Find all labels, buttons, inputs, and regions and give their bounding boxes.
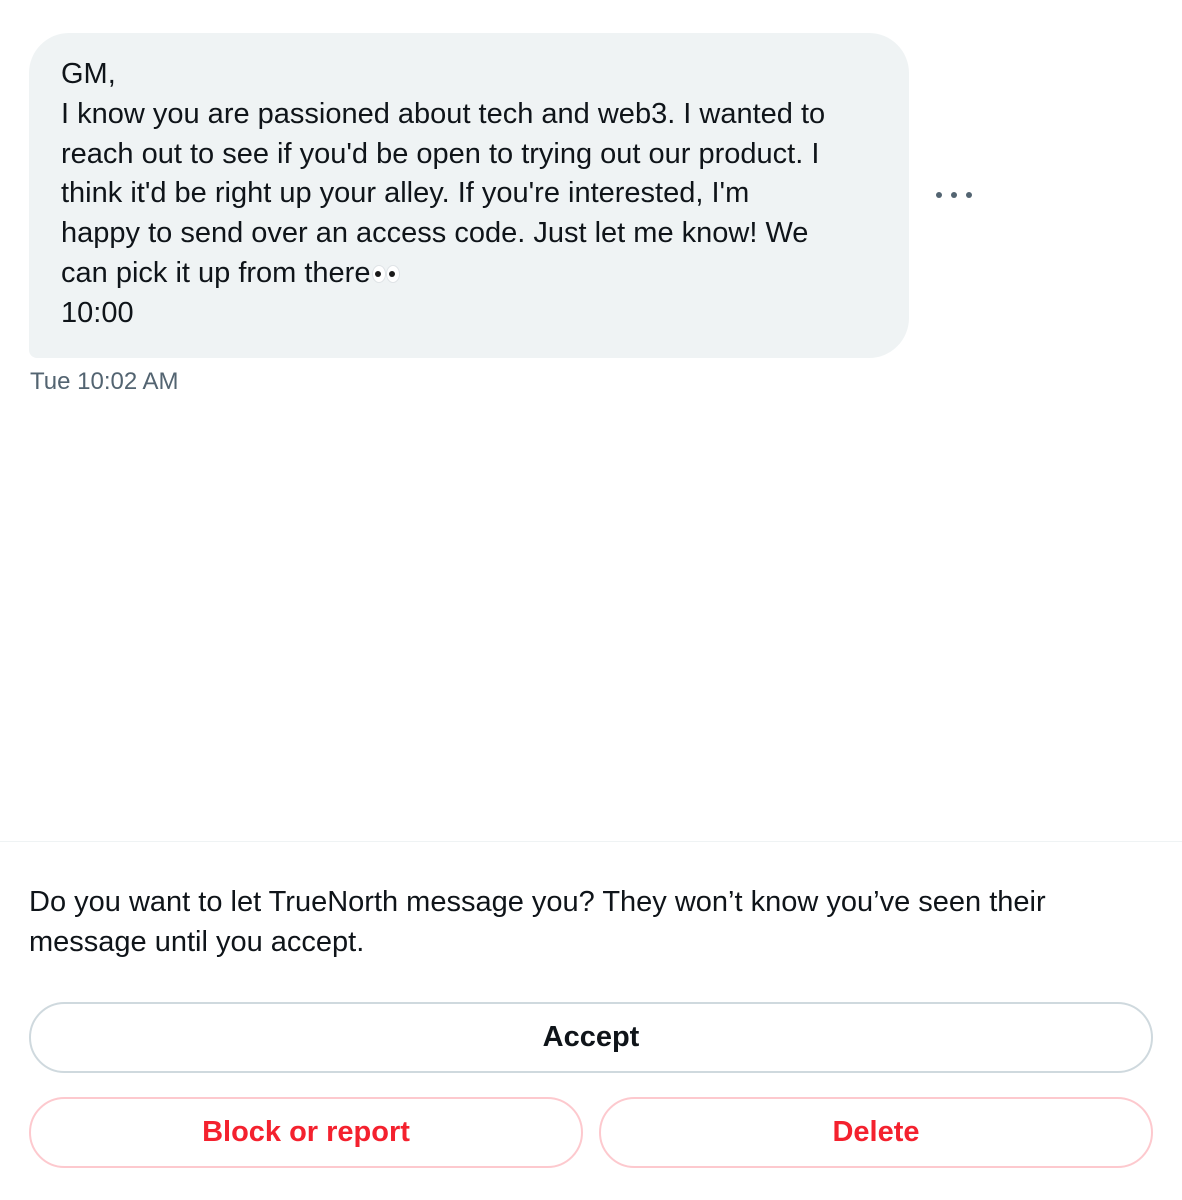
- block-or-report-button[interactable]: Block or report: [29, 1097, 583, 1168]
- delete-button[interactable]: Delete: [599, 1097, 1153, 1168]
- eye-right: [387, 266, 400, 283]
- block-or-report-button-label: Block or report: [202, 1116, 410, 1148]
- message-line: GM,: [61, 58, 116, 90]
- eye-left: [373, 266, 386, 283]
- message-line: reach out to see if you'd be open to try…: [61, 137, 820, 170]
- message-line-with-emoji: can pick it up from there: [61, 254, 877, 294]
- more-dot: [966, 192, 972, 198]
- message-line-text: can pick it up from there: [61, 256, 371, 289]
- message-line: think it'd be right up your alley. If yo…: [61, 177, 750, 210]
- more-dot: [951, 192, 957, 198]
- accept-button-label: Accept: [542, 1021, 640, 1053]
- eyes-emoji-icon: [373, 254, 401, 294]
- message-line: I know you are passioned about tech and …: [61, 97, 826, 130]
- divider: [0, 841, 1182, 842]
- message-request-prompt: Do you want to let TrueNorth message you…: [29, 886, 1046, 958]
- message-timestamp: Tue 10:02 AM: [30, 368, 179, 395]
- message-bubble: GM, I know you are passioned about tech …: [29, 33, 909, 358]
- delete-button-label: Delete: [832, 1116, 920, 1148]
- message-line: happy to send over an access code. Just …: [61, 217, 809, 250]
- message-request-screen: GM, I know you are passioned about tech …: [0, 0, 1182, 1200]
- accept-button[interactable]: Accept: [29, 1002, 1153, 1073]
- more-options-icon[interactable]: [934, 187, 974, 203]
- message-line: 10:00: [61, 297, 134, 330]
- more-dot: [936, 192, 942, 198]
